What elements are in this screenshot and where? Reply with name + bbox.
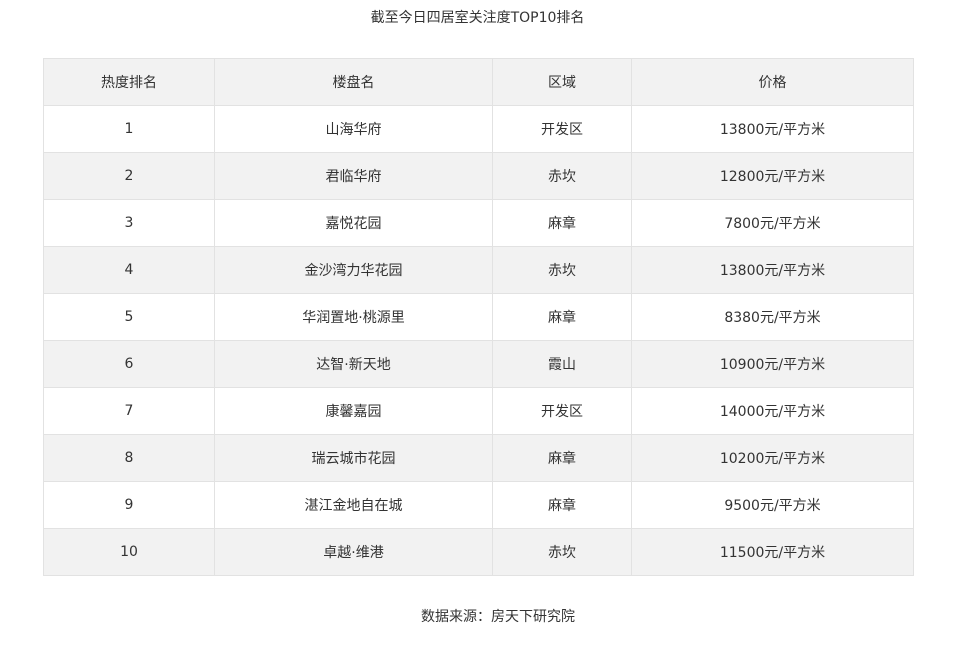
cell-rank: 2 — [43, 152, 215, 200]
table-row: 10 卓越·维港 赤坎 11500元/平方米 — [43, 528, 914, 576]
cell-name: 达智·新天地 — [214, 340, 493, 388]
table-row: 3 嘉悦花园 麻章 7800元/平方米 — [43, 199, 914, 247]
data-source-note: 数据来源：房天下研究院 — [421, 609, 575, 625]
cell-name: 湛江金地自在城 — [214, 481, 493, 529]
cell-area: 麻章 — [492, 434, 632, 482]
cell-area: 霞山 — [492, 340, 632, 388]
table-row: 2 君临华府 赤坎 12800元/平方米 — [43, 152, 914, 200]
cell-name: 君临华府 — [214, 152, 493, 200]
cell-name: 金沙湾力华花园 — [214, 246, 493, 294]
cell-price: 8380元/平方米 — [631, 293, 914, 341]
cell-rank: 4 — [43, 246, 215, 294]
cell-price: 10200元/平方米 — [631, 434, 914, 482]
cell-rank: 7 — [43, 387, 215, 435]
cell-area: 开发区 — [492, 387, 632, 435]
cell-area: 麻章 — [492, 199, 632, 247]
cell-area: 赤坎 — [492, 152, 632, 200]
cell-rank: 10 — [43, 528, 215, 576]
cell-name: 华润置地·桃源里 — [214, 293, 493, 341]
cell-price: 7800元/平方米 — [631, 199, 914, 247]
cell-name: 康馨嘉园 — [214, 387, 493, 435]
table-row: 1 山海华府 开发区 13800元/平方米 — [43, 105, 914, 153]
header-price: 价格 — [631, 58, 914, 106]
page-title: 截至今日四居室关注度TOP10排名 — [370, 10, 585, 26]
table-row: 6 达智·新天地 霞山 10900元/平方米 — [43, 340, 914, 388]
cell-rank: 5 — [43, 293, 215, 341]
cell-area: 开发区 — [492, 105, 632, 153]
header-rank: 热度排名 — [43, 58, 215, 106]
cell-rank: 8 — [43, 434, 215, 482]
cell-price: 13800元/平方米 — [631, 246, 914, 294]
cell-name: 卓越·维港 — [214, 528, 493, 576]
cell-price: 11500元/平方米 — [631, 528, 914, 576]
cell-rank: 9 — [43, 481, 215, 529]
table-row: 7 康馨嘉园 开发区 14000元/平方米 — [43, 387, 914, 435]
header-name: 楼盘名 — [214, 58, 493, 106]
cell-price: 9500元/平方米 — [631, 481, 914, 529]
cell-price: 12800元/平方米 — [631, 152, 914, 200]
table-row: 8 瑞云城市花园 麻章 10200元/平方米 — [43, 434, 914, 482]
cell-rank: 3 — [43, 199, 215, 247]
cell-price: 13800元/平方米 — [631, 105, 914, 153]
cell-area: 赤坎 — [492, 528, 632, 576]
cell-area: 麻章 — [492, 481, 632, 529]
table-header-row: 热度排名 楼盘名 区域 价格 — [43, 58, 914, 106]
cell-rank: 6 — [43, 340, 215, 388]
table-row: 5 华润置地·桃源里 麻章 8380元/平方米 — [43, 293, 914, 341]
table-row: 9 湛江金地自在城 麻章 9500元/平方米 — [43, 481, 914, 529]
table-row: 4 金沙湾力华花园 赤坎 13800元/平方米 — [43, 246, 914, 294]
cell-price: 10900元/平方米 — [631, 340, 914, 388]
cell-name: 瑞云城市花园 — [214, 434, 493, 482]
cell-area: 赤坎 — [492, 246, 632, 294]
cell-price: 14000元/平方米 — [631, 387, 914, 435]
cell-name: 嘉悦花园 — [214, 199, 493, 247]
cell-area: 麻章 — [492, 293, 632, 341]
header-area: 区域 — [492, 58, 632, 106]
cell-name: 山海华府 — [214, 105, 493, 153]
cell-rank: 1 — [43, 105, 215, 153]
ranking-table: 热度排名 楼盘名 区域 价格 1 山海华府 开发区 13800元/平方米 2 君… — [43, 58, 914, 576]
